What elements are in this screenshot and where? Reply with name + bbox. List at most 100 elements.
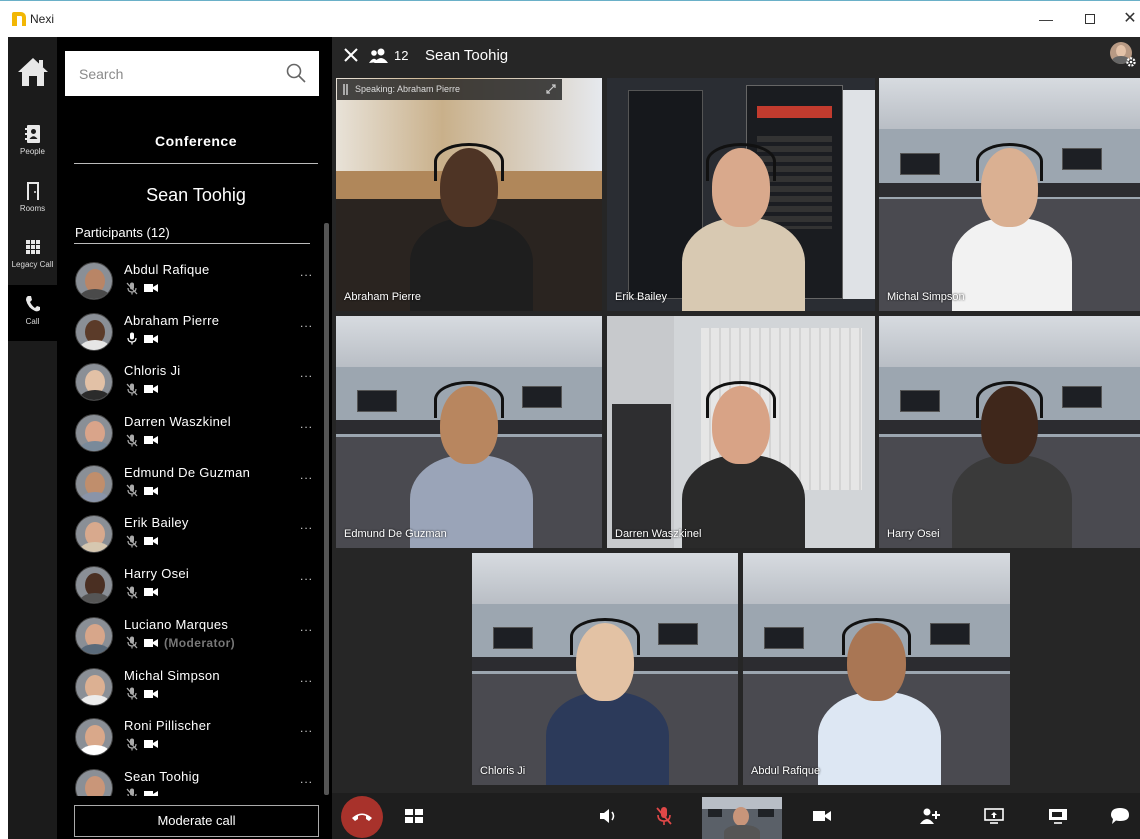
search-icon[interactable] (285, 62, 307, 84)
keypad-icon (25, 240, 40, 254)
video-tile[interactable]: Harry Osei (879, 316, 1140, 548)
active-speaker-banner: Speaking: Abraham Pierre (337, 79, 562, 100)
participant-more-options[interactable]: ... (300, 721, 313, 735)
video-tile-name: Abraham Pierre (344, 291, 422, 303)
close-window-button[interactable]: ✕ (1120, 9, 1140, 29)
video-camera-icon (144, 740, 158, 749)
camera-button[interactable] (810, 793, 834, 839)
participant-list-scrollbar[interactable] (324, 223, 329, 795)
video-tile[interactable]: Abdul Rafique (743, 553, 1010, 785)
video-tile[interactable]: Chloris Ji (472, 553, 738, 785)
microphone-icon (127, 332, 137, 345)
video-camera-icon (144, 588, 158, 597)
home-icon (17, 58, 48, 86)
microphone-muted-icon (126, 636, 138, 649)
video-camera-icon (144, 436, 158, 445)
avatar (75, 768, 113, 796)
participant-more-options[interactable]: ... (300, 265, 313, 279)
participant-name: Sean Toohig (124, 768, 200, 784)
participant-more-options[interactable]: ... (300, 366, 313, 380)
presentation-button[interactable] (1046, 793, 1070, 839)
participant-more-options[interactable]: ... (300, 316, 313, 330)
participant-row[interactable]: Erik Bailey ... (74, 508, 318, 559)
avatar (75, 363, 113, 402)
presentation-icon (1049, 809, 1067, 824)
microphone-muted-icon (126, 738, 138, 751)
video-tile-name: Darren Waszkinel (615, 528, 702, 540)
participant-row[interactable]: Sean Toohig ... (74, 762, 318, 796)
search-input[interactable] (79, 63, 269, 85)
rail-item-call[interactable]: Call (8, 285, 57, 341)
rail-item-people[interactable]: People (8, 115, 57, 171)
mute-microphone-button[interactable] (652, 793, 676, 839)
rail-label-call: Call (25, 317, 40, 326)
minimize-button[interactable]: — (1036, 9, 1056, 29)
video-tile-name: Abdul Rafique (751, 765, 821, 777)
gear-icon[interactable] (1126, 57, 1136, 67)
self-view-preview[interactable] (702, 797, 782, 839)
participant-name: Abdul Rafique (124, 262, 210, 277)
call-header: 12 Sean Toohig (332, 37, 1140, 77)
video-tile-name: Michal Simpson (887, 291, 965, 303)
layout-button[interactable] (402, 793, 426, 839)
chat-bubble-icon (1111, 808, 1129, 824)
speaker-volume-icon (600, 809, 615, 823)
avatar (75, 515, 113, 554)
call-title: Sean Toohig (425, 47, 509, 64)
participant-name: Luciano Marques (124, 616, 229, 632)
grid-layout-icon (405, 809, 423, 823)
participant-name: Roni Pillischer (124, 718, 211, 734)
avatar (75, 262, 113, 300)
expand-icon[interactable] (546, 84, 556, 94)
avatar (75, 312, 113, 351)
speaker-button[interactable] (597, 793, 621, 839)
share-screen-button[interactable] (982, 793, 1006, 839)
video-tile[interactable]: Abraham Pierre (336, 78, 602, 311)
phone-icon (25, 296, 40, 312)
participant-row[interactable]: Chloris Ji ... (74, 356, 318, 407)
participant-more-options[interactable]: ... (300, 417, 313, 431)
active-speaker-label: Speaking: Abraham Pierre (355, 84, 461, 94)
participant-more-options[interactable]: ... (300, 518, 313, 532)
participant-more-options[interactable]: ... (300, 468, 313, 482)
microphone-muted-icon (126, 484, 138, 497)
video-tile[interactable]: Michal Simpson (879, 78, 1140, 311)
participant-more-options[interactable]: ... (300, 772, 313, 786)
contacts-book-icon (24, 125, 40, 143)
participant-row[interactable]: Roni Pillischer ... (74, 711, 318, 762)
close-icon[interactable] (342, 46, 360, 64)
maximize-button[interactable] (1080, 9, 1100, 29)
participant-more-options[interactable]: ... (300, 569, 313, 583)
microphone-muted-icon (126, 383, 138, 396)
participant-row[interactable]: Edmund De Guzman ... (74, 458, 318, 509)
rail-item-legacy-call[interactable]: Legacy Call (8, 228, 57, 284)
video-camera-icon (813, 811, 831, 821)
participant-row[interactable]: Darren Waszkinel ... (74, 407, 318, 458)
avatar (75, 414, 113, 453)
add-participant-button[interactable] (918, 793, 942, 839)
participant-more-options[interactable]: ... (300, 671, 313, 685)
microphone-muted-icon (126, 687, 138, 700)
video-tile[interactable]: Erik Bailey (607, 78, 875, 311)
hang-up-button[interactable] (341, 796, 383, 838)
participant-row[interactable]: Harry Osei ... (74, 559, 318, 610)
search-box (65, 51, 319, 96)
video-tile-name: Edmund De Guzman (344, 528, 447, 540)
video-camera-icon (144, 537, 158, 546)
home-button[interactable] (8, 37, 57, 107)
rail-item-rooms[interactable]: Rooms (8, 172, 57, 228)
participant-more-options[interactable]: ... (300, 620, 313, 634)
window-title: Nexi (30, 12, 55, 26)
video-camera-icon (144, 385, 158, 394)
video-tile[interactable]: Edmund De Guzman (336, 316, 602, 548)
participant-row[interactable]: Abraham Pierre ... (74, 306, 318, 357)
participant-row[interactable]: Abdul Rafique ... (74, 255, 318, 306)
call-area: 12 Sean Toohig Abraham Pierre Erik Baile… (332, 37, 1140, 839)
participant-row[interactable]: Michal Simpson ... (74, 661, 318, 712)
participant-name: Erik Bailey (124, 515, 189, 531)
avatar (75, 667, 113, 706)
video-tile[interactable]: Darren Waszkinel (607, 316, 875, 548)
participant-row[interactable]: Luciano Marques (Moderator) ... (74, 610, 318, 661)
moderate-call-button[interactable]: Moderate call (74, 805, 319, 837)
chat-button[interactable] (1108, 793, 1132, 839)
